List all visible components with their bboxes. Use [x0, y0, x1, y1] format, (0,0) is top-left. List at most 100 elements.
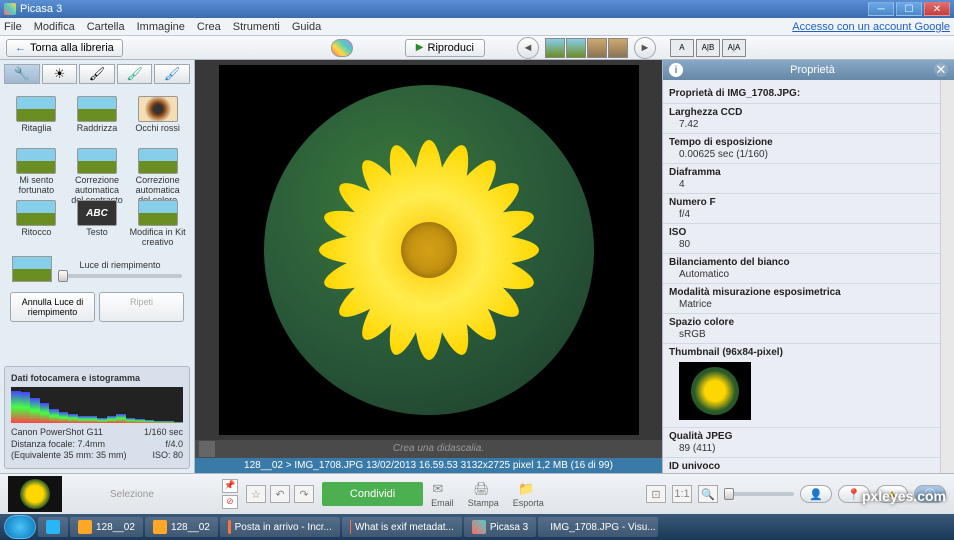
property-label: Numero F	[669, 197, 934, 208]
prev-image-button[interactable]: ◄	[517, 37, 539, 59]
bottom-action-bar: Selezione 📌 ⊘ ☆ ↶ ↷ Condividi ✉Email 🖨St…	[0, 473, 954, 514]
tool-redeye[interactable]: Occhi rossi	[129, 96, 186, 144]
maximize-button[interactable]: ☐	[896, 2, 922, 16]
tool-retouch[interactable]: Ritocco	[8, 200, 65, 248]
export-button[interactable]: 📁Esporta	[513, 481, 544, 508]
fill-light-preview	[12, 256, 52, 282]
strip-thumb[interactable]	[608, 38, 628, 58]
shutter-speed: 1/160 sec	[144, 427, 183, 439]
minimize-button[interactable]: ─	[868, 2, 894, 16]
zoom-slider[interactable]	[724, 492, 794, 496]
property-row: Qualità JPEG89 (411)	[663, 427, 940, 457]
tool-lucky[interactable]: Mi sento fortunato	[8, 148, 65, 196]
close-properties-button[interactable]: ✕	[934, 63, 948, 77]
tool-crop[interactable]: Ritaglia	[8, 96, 65, 144]
property-label: Diaframma	[669, 167, 934, 178]
print-button[interactable]: 🖨Stampa	[468, 481, 499, 508]
fill-light-slider[interactable]	[58, 274, 182, 278]
tab-effects-extra[interactable]: 🖌	[154, 64, 190, 84]
play-slideshow-button[interactable]: Riproduci	[405, 39, 485, 57]
menu-folder[interactable]: Cartella	[87, 21, 125, 33]
taskbar-item[interactable]	[38, 517, 68, 537]
app-icon	[4, 3, 16, 15]
pin-button[interactable]: 📌	[222, 479, 238, 493]
histogram-panel: Dati fotocamera e istogramma Canon Power…	[4, 366, 190, 469]
selection-thumbnail[interactable]	[8, 476, 62, 512]
taskbar-item[interactable]: IMG_1708.JPG - Visu...	[538, 517, 658, 537]
fit-button[interactable]: ⊡	[646, 485, 666, 503]
tab-tuning[interactable]: ☀	[42, 64, 78, 84]
tool-straighten[interactable]: Raddrizza	[69, 96, 126, 144]
property-value: 80	[669, 239, 934, 250]
back-to-library-button[interactable]: Torna alla libreria	[6, 39, 123, 57]
property-row: Larghezza CCD7.42	[663, 103, 940, 133]
property-label: Bilanciamento del bianco	[669, 257, 934, 268]
menu-file[interactable]: File	[4, 21, 22, 33]
taskbar-item[interactable]: 128__02	[145, 517, 218, 537]
property-label: Qualità JPEG	[669, 431, 934, 442]
email-button[interactable]: ✉Email	[431, 481, 454, 508]
palette-icon[interactable]	[331, 39, 353, 57]
property-label: Thumbnail (96x84-pixel)	[669, 347, 934, 358]
property-row: Thumbnail (96x84-pixel)	[663, 343, 940, 427]
properties-panel: i Proprietà ✕ Proprietà di IMG_1708.JPG:…	[662, 60, 954, 473]
redo-button: Ripeti	[99, 292, 184, 322]
thumbnail-strip	[545, 38, 628, 58]
close-button[interactable]: ✕	[924, 2, 950, 16]
focal-equiv: (Equivalente 35 mm: 35 mm)	[11, 450, 127, 462]
taskbar-item[interactable]: What is exif metadat...	[342, 517, 462, 537]
star-button[interactable]: ☆	[246, 485, 266, 503]
loupe-button[interactable]: 🔍	[698, 485, 718, 503]
property-row: Diaframma4	[663, 163, 940, 193]
property-label: Spazio colore	[669, 317, 934, 328]
tag-people-button[interactable]: 👤	[800, 485, 832, 503]
actual-size-button[interactable]: 1:1	[672, 485, 692, 503]
watermark: pxleyes.com	[862, 488, 946, 504]
toolbar: Torna alla libreria Riproduci ◄ ► A A|B …	[0, 36, 954, 60]
property-value: Matrice	[669, 299, 934, 310]
clear-button[interactable]: ⊘	[222, 495, 238, 509]
view-mode-single[interactable]: A	[670, 39, 694, 57]
main-image[interactable]	[219, 65, 639, 435]
window-title: Picasa 3	[20, 3, 866, 15]
view-mode-compare[interactable]: A|B	[696, 39, 720, 57]
tool-creative-kit[interactable]: Modifica in Kit creativo	[129, 200, 186, 248]
tool-text[interactable]: ABCTesto	[69, 200, 126, 248]
taskbar-item[interactable]: Posta in arrivo - Incr...	[220, 517, 340, 537]
rotate-left-button[interactable]: ↶	[270, 485, 290, 503]
caption-bar[interactable]: Crea una didascalia.	[195, 440, 662, 458]
menu-help[interactable]: Guida	[292, 21, 321, 33]
property-value: sRGB	[669, 329, 934, 340]
menu-image[interactable]: Immagine	[137, 21, 185, 33]
taskbar-item[interactable]: Picasa 3	[464, 517, 536, 537]
tool-auto-color[interactable]: Correzione automatica del colore	[129, 148, 186, 196]
info-icon: i	[669, 63, 683, 77]
property-label: Larghezza CCD	[669, 107, 934, 118]
menu-create[interactable]: Crea	[197, 21, 221, 33]
selection-label: Selezione	[110, 489, 154, 500]
tab-effects-brush[interactable]: 🖌	[79, 64, 115, 84]
properties-title: Proprietà di IMG_1708.JPG:	[663, 80, 940, 103]
properties-scrollbar[interactable]	[940, 80, 954, 473]
share-button[interactable]: Condividi	[322, 482, 423, 506]
tab-basic-fixes[interactable]: 🔧	[4, 64, 40, 84]
taskbar-item[interactable]: 128__02	[70, 517, 143, 537]
start-button[interactable]	[4, 515, 36, 539]
property-row: Bilanciamento del biancoAutomatico	[663, 253, 940, 283]
google-account-link[interactable]: Accesso con un account Google	[792, 21, 950, 33]
strip-thumb[interactable]	[587, 38, 607, 58]
strip-thumb[interactable]	[566, 38, 586, 58]
image-viewer: Crea una didascalia. 128__02 > IMG_1708.…	[195, 60, 662, 473]
next-image-button[interactable]: ►	[634, 37, 656, 59]
tool-auto-contrast[interactable]: Correzione automatica del contrasto	[69, 148, 126, 196]
undo-button[interactable]: Annulla Luce di riempimento	[10, 292, 95, 322]
strip-thumb[interactable]	[545, 38, 565, 58]
image-status-bar: 128__02 > IMG_1708.JPG 13/02/2013 16.59.…	[195, 458, 662, 473]
rotate-right-button[interactable]: ↷	[294, 485, 314, 503]
fill-light-label: Luce di riempimento	[58, 260, 182, 270]
property-row: ISO80	[663, 223, 940, 253]
tab-effects-more[interactable]: 🖌	[117, 64, 153, 84]
menu-edit[interactable]: Modifica	[34, 21, 75, 33]
view-mode-mirror[interactable]: A|A	[722, 39, 746, 57]
menu-tools[interactable]: Strumenti	[233, 21, 280, 33]
